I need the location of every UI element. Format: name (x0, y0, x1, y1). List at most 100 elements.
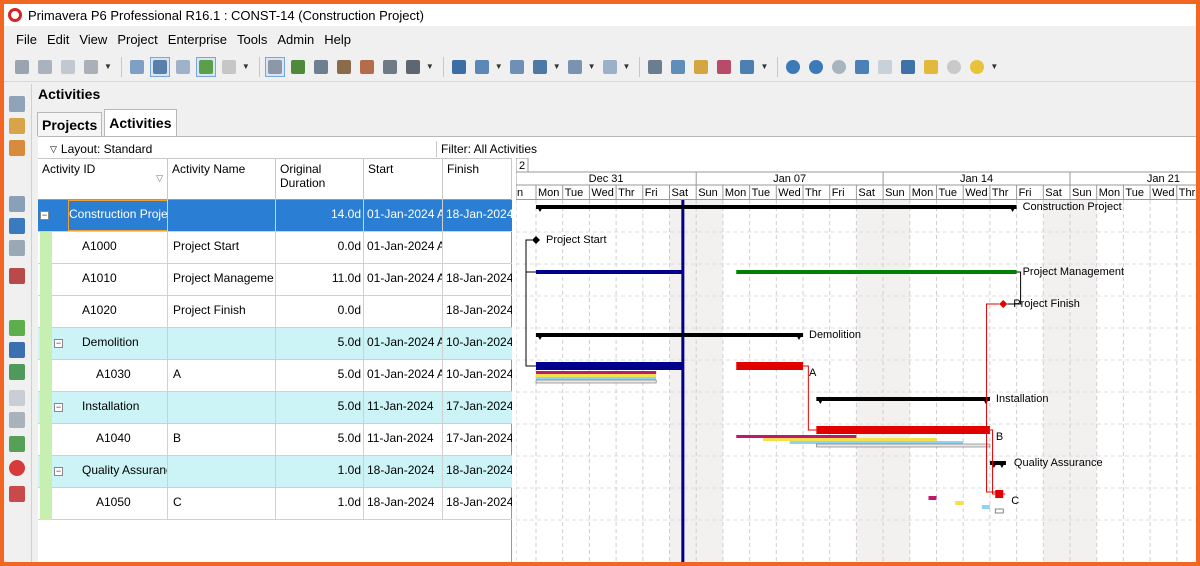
projects-icon[interactable] (9, 196, 25, 212)
zoom-fit-icon[interactable] (829, 57, 849, 77)
column-header-original-duration[interactable]: Original Duration (276, 159, 364, 200)
column-header-activity-id[interactable]: Activity ID ▽ (38, 159, 168, 200)
wbs-row[interactable]: − Demolition 5.0d 01-Jan-2024 A 10-Jan-2024 (38, 328, 512, 360)
cell-activity-id[interactable]: Installation (82, 392, 168, 423)
wbs-nav-icon[interactable] (9, 320, 25, 336)
cell-activity-id[interactable]: Quality Assurance (82, 456, 168, 487)
cell-finish[interactable]: 10-Jan-2024 (443, 328, 512, 359)
menu-help[interactable]: Help (324, 32, 351, 47)
cell-finish[interactable] (443, 232, 512, 263)
trace-logic-icon[interactable] (357, 57, 377, 77)
filter-icon[interactable] (530, 57, 550, 77)
cell-activity-id[interactable]: A1000 (82, 232, 168, 263)
activity-network-icon[interactable] (219, 57, 239, 77)
activity-details-icon[interactable] (264, 56, 285, 77)
cell-activity-name[interactable]: Project Finish (170, 296, 274, 327)
timescale-icon[interactable] (565, 57, 585, 77)
column-header-activity-name[interactable]: Activity Name (168, 159, 276, 200)
table-icon[interactable] (127, 57, 147, 77)
cell-start[interactable]: 18-Jan-2024 (364, 456, 443, 487)
menu-tools[interactable]: Tools (237, 32, 267, 47)
group-sort-icon[interactable] (507, 57, 527, 77)
collapse-toggle-icon[interactable]: − (40, 211, 49, 220)
expand-icon[interactable] (875, 57, 895, 77)
table-row[interactable]: A1000 Project Start 0.0d 01-Jan-2024 A (38, 232, 512, 264)
cell-activity-name[interactable] (170, 328, 274, 359)
column-header-finish[interactable]: Finish (443, 159, 512, 200)
cell-original-duration[interactable]: 5.0d (276, 392, 364, 423)
cell-finish[interactable]: 17-Jan-2024 (443, 392, 512, 423)
cell-start[interactable]: 01-Jan-2024 A (364, 328, 443, 359)
cell-activity-name[interactable] (170, 456, 274, 487)
folder-icon[interactable] (9, 118, 25, 134)
thresholds-icon[interactable] (9, 436, 25, 452)
publish-icon[interactable] (81, 57, 101, 77)
cell-original-duration[interactable]: 1.0d (276, 456, 364, 487)
zoom-in-icon[interactable] (783, 57, 803, 77)
cell-activity-id[interactable]: Construction Project (68, 200, 168, 231)
cell-finish[interactable]: 17-Jan-2024 (443, 424, 512, 455)
network-view-icon[interactable] (195, 56, 216, 77)
menu-edit[interactable]: Edit (47, 32, 69, 47)
issues-icon[interactable] (9, 460, 25, 476)
menu-admin[interactable]: Admin (277, 32, 314, 47)
panels-icon[interactable] (898, 57, 918, 77)
project-row[interactable]: − Construction Project 14.0d 01-Jan-2024 A1… (38, 200, 512, 232)
apply-actuals-icon[interactable] (691, 57, 711, 77)
wbs-icon[interactable] (334, 57, 354, 77)
cell-activity-id[interactable]: A1030 (96, 360, 168, 391)
table-row[interactable]: A1040 B 5.0d 11-Jan-2024 17-Jan-2024 (38, 424, 512, 456)
cell-original-duration[interactable]: 5.0d (276, 360, 364, 391)
table-row[interactable]: A1010 Project Management 11.0d 01-Jan-2024 … (38, 264, 512, 296)
table-row[interactable]: A1030 A 5.0d 01-Jan-2024 A 10-Jan-2024 (38, 360, 512, 392)
progress-icon[interactable] (403, 57, 423, 77)
help-dropdown-icon[interactable]: ▼ (990, 62, 998, 71)
gantt-canvas[interactable]: 2 Dec 31 Jan 07 Jan 14 Jan 21 n Mon Tue Wed Thr Fr… (516, 158, 1196, 562)
tab-projects[interactable]: Projects (37, 112, 103, 136)
cell-start[interactable]: 01-Jan-2024 A (364, 200, 443, 231)
help-circle-icon[interactable] (944, 57, 964, 77)
risks-icon[interactable] (9, 486, 25, 502)
cell-finish[interactable]: 10-Jan-2024 (443, 360, 512, 391)
column-header-start[interactable]: Start (364, 159, 443, 200)
cell-activity-id[interactable]: Demolition (82, 328, 168, 359)
view-dropdown-icon[interactable]: ▼ (242, 62, 250, 71)
level-resources-icon[interactable] (668, 57, 688, 77)
resources-icon[interactable] (288, 57, 308, 77)
tab-activities[interactable]: Activities (104, 109, 177, 136)
columns-icon[interactable] (472, 57, 492, 77)
cell-original-duration[interactable]: 5.0d (276, 328, 364, 359)
cell-activity-name[interactable] (170, 392, 274, 423)
relationship-icon[interactable] (173, 57, 193, 77)
cell-original-duration[interactable]: 5.0d (276, 424, 364, 455)
cell-start[interactable]: 18-Jan-2024 (364, 488, 443, 519)
help-assistant-icon[interactable] (967, 57, 987, 77)
cell-start[interactable]: 11-Jan-2024 (364, 424, 443, 455)
cell-activity-name[interactable] (170, 200, 274, 231)
cell-start[interactable]: 01-Jan-2024 A (364, 232, 443, 263)
cell-activity-name[interactable]: Project Management (170, 264, 274, 295)
cell-activity-id[interactable]: A1040 (96, 424, 168, 455)
publish-dropdown-icon[interactable]: ▼ (104, 62, 112, 71)
layout-dropdown-icon[interactable]: ▼ (426, 62, 434, 71)
resources-nav-icon[interactable] (9, 218, 25, 234)
cell-start[interactable]: 11-Jan-2024 (364, 392, 443, 423)
cell-activity-id[interactable]: A1010 (82, 264, 168, 295)
menu-file[interactable]: File (16, 32, 37, 47)
workspace-icon[interactable] (9, 140, 25, 156)
cell-finish[interactable]: 18-Jan-2024 (443, 200, 512, 231)
link-icon[interactable] (380, 57, 400, 77)
cell-activity-name[interactable]: Project Start (170, 232, 274, 263)
menu-project[interactable]: Project (117, 32, 157, 47)
cell-activity-name[interactable]: C (170, 488, 274, 519)
timescale-dropdown-icon[interactable]: ▼ (588, 62, 596, 71)
menu-enterprise[interactable]: Enterprise (168, 32, 227, 47)
collapse-toggle-icon[interactable]: − (54, 339, 63, 348)
split-view-icon[interactable] (852, 57, 872, 77)
expenses-icon[interactable] (9, 412, 25, 428)
wbs-row[interactable]: − Installation 5.0d 11-Jan-2024 17-Jan-2024 (38, 392, 512, 424)
cell-start[interactable]: 01-Jan-2024 A (364, 264, 443, 295)
filter-indicator[interactable]: Filter: All Activities (436, 141, 1196, 157)
cell-start[interactable] (364, 296, 443, 327)
gantt-chart[interactable]: 2 Dec 31 Jan 07 Jan 14 Jan 21 n Mon Tue Wed Thr Fr… (516, 158, 1196, 562)
